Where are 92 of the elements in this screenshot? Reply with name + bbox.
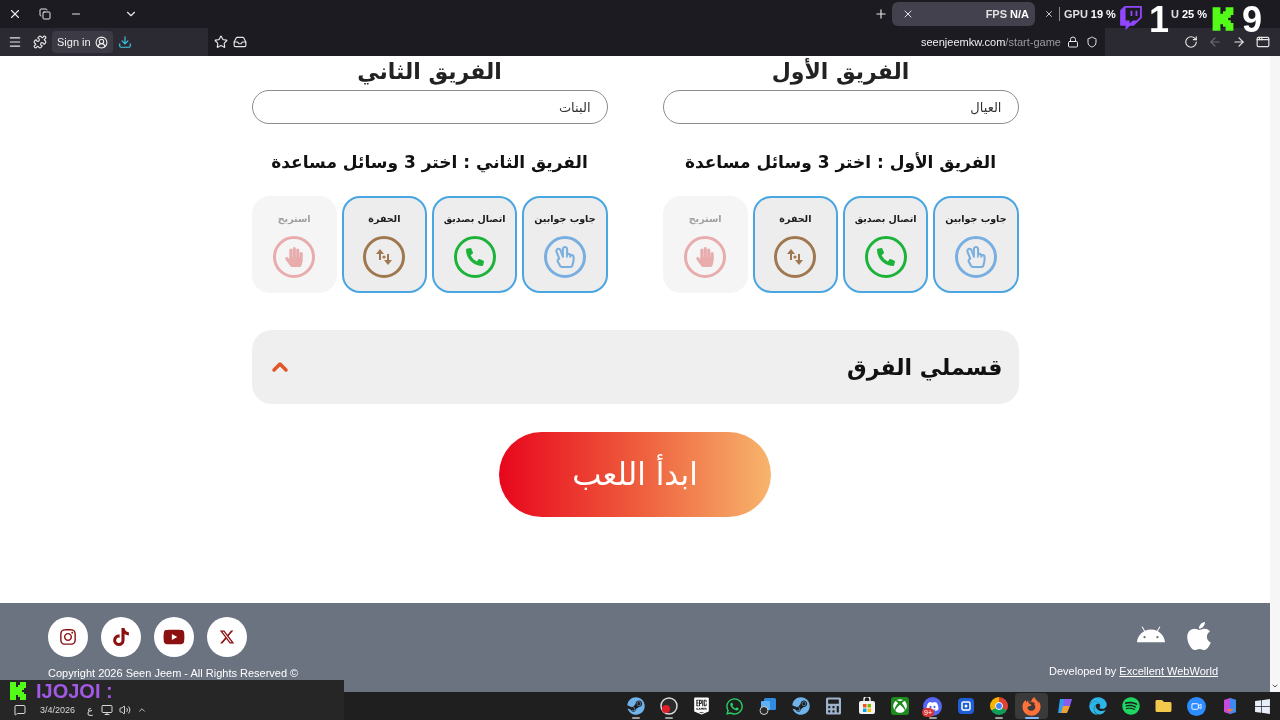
team-name-input[interactable]: البنات [251, 90, 608, 124]
chevron-up-icon[interactable] [137, 705, 147, 715]
up-down-arrows-icon [363, 236, 406, 278]
overlay-stat-value: N/A [1010, 6, 1029, 22]
overlay-stat-value: 19 % [1090, 6, 1116, 22]
close-icon[interactable] [902, 8, 914, 20]
calculator-icon [826, 697, 841, 715]
social-link[interactable] [207, 617, 247, 657]
edge-icon [1088, 697, 1107, 715]
kick-logo-icon [8, 681, 28, 701]
help-card[interactable]: جاوب جوابين [933, 196, 1019, 293]
up-down-arrows-icon [774, 236, 817, 278]
inbox-tray-icon[interactable] [232, 35, 247, 49]
tiktok-icon [112, 628, 130, 646]
team-name-input[interactable]: العيال [662, 90, 1019, 124]
shield-icon[interactable] [1086, 36, 1098, 48]
overlay-digit: 1 [1148, 4, 1169, 36]
chrome-icon [989, 697, 1008, 715]
firefox-icon [1022, 696, 1041, 716]
peace-hand-icon [543, 236, 586, 278]
volume-icon[interactable] [119, 704, 131, 716]
user-avatar-icon [94, 35, 108, 49]
square-app-icon [956, 697, 975, 715]
scrollbar[interactable] [1270, 56, 1280, 692]
social-link[interactable] [101, 617, 141, 657]
download-icon[interactable] [117, 35, 132, 49]
record-icon [659, 697, 678, 715]
overlay-stat-label: U [1170, 6, 1179, 22]
shopping-bag-icon [857, 697, 876, 715]
apple-icon[interactable] [1185, 620, 1213, 652]
new-tab-icon[interactable] [874, 7, 888, 21]
overlay-stat-label: GPU [1064, 6, 1088, 22]
peace-hand-icon [954, 236, 997, 278]
team-heading: الفريق الثاني [357, 58, 502, 86]
monitor-icon[interactable] [101, 704, 113, 716]
overlay-stat-label: FPS [985, 6, 1008, 22]
restore-window-icon[interactable] [39, 8, 51, 20]
twitch-logo-icon [1118, 4, 1143, 32]
epic-games-icon [693, 696, 710, 716]
address-bar[interactable]: seenjeemkw.com/start-game [207, 28, 1105, 56]
url-text: seenjeemkw.com/start-game [921, 34, 1061, 50]
help-card[interactable]: اتصال بصديق [432, 196, 518, 293]
developer-link[interactable]: Excellent WebWorld [1119, 665, 1218, 677]
accordion-header[interactable]: قسملي الفرق [251, 330, 1019, 404]
phone-icon [453, 236, 496, 278]
chevron-down-icon[interactable] [1271, 682, 1279, 690]
browser-tab[interactable]: FPS N/A [892, 2, 1035, 26]
lock-icon[interactable] [1067, 36, 1079, 48]
raised-hand-icon [684, 236, 727, 278]
help-card[interactable]: اتصال بصديق [843, 196, 929, 293]
social-link[interactable] [154, 617, 194, 657]
steam-icon [791, 697, 810, 715]
sign-in-button[interactable]: Sign in [52, 31, 113, 53]
parallelogram-logo-icon [1055, 697, 1074, 715]
developer-credit: Developed by Excellent WebWorld [1049, 665, 1218, 678]
phone-icon [864, 236, 907, 278]
raised-hand-icon [273, 236, 316, 278]
chat-bubble-icon[interactable] [14, 704, 26, 716]
help-card[interactable]: جاوب جوابين [522, 196, 608, 293]
overlay-stat-value: 25 % [1181, 6, 1207, 22]
copyright-text: Copyright 2026 Seen Jeem - All Rights Reserved © [48, 667, 299, 680]
youtube-icon [163, 627, 185, 647]
windows-start-icon [1254, 697, 1271, 715]
video-camera-icon [1187, 696, 1206, 716]
menu-icon[interactable] [8, 35, 22, 49]
xbox-icon [890, 697, 909, 715]
keyboard-language[interactable]: ع [87, 704, 93, 716]
close-icon[interactable] [8, 7, 22, 21]
reload-icon[interactable] [1184, 35, 1198, 49]
start-game-button[interactable]: ابدأ اللعب [499, 432, 771, 517]
steam-icon [626, 697, 645, 715]
social-link[interactable] [48, 617, 88, 657]
taskbar-app-button[interactable] [1015, 693, 1048, 719]
window-tiles-icon [758, 697, 777, 715]
close-icon [1044, 9, 1054, 19]
folder-icon [1154, 698, 1173, 714]
tab-window-icon[interactable] [1256, 35, 1270, 49]
discord-icon [923, 696, 942, 716]
help-card[interactable]: الحفرة [341, 196, 427, 293]
puzzle-icon[interactable] [33, 35, 47, 49]
spotify-icon [1121, 697, 1140, 715]
help-prompt: الفريق الثاني : اختر 3 وسائل مساعدة [270, 151, 589, 173]
help-prompt: الفريق الأول : اختر 3 وسائل مساعدة [683, 151, 998, 173]
streamer-name: IJOJOI : [36, 680, 113, 702]
date-text: 3/4/2026 [40, 704, 76, 716]
overlay-digit: 9 [1241, 4, 1262, 36]
x-logo-icon [219, 629, 235, 645]
star-icon[interactable] [213, 35, 228, 49]
instagram-icon [59, 628, 77, 646]
team-heading: الفريق الأول [771, 58, 910, 86]
whatsapp-icon [725, 696, 744, 716]
help-card[interactable]: الحفرة [752, 196, 838, 293]
